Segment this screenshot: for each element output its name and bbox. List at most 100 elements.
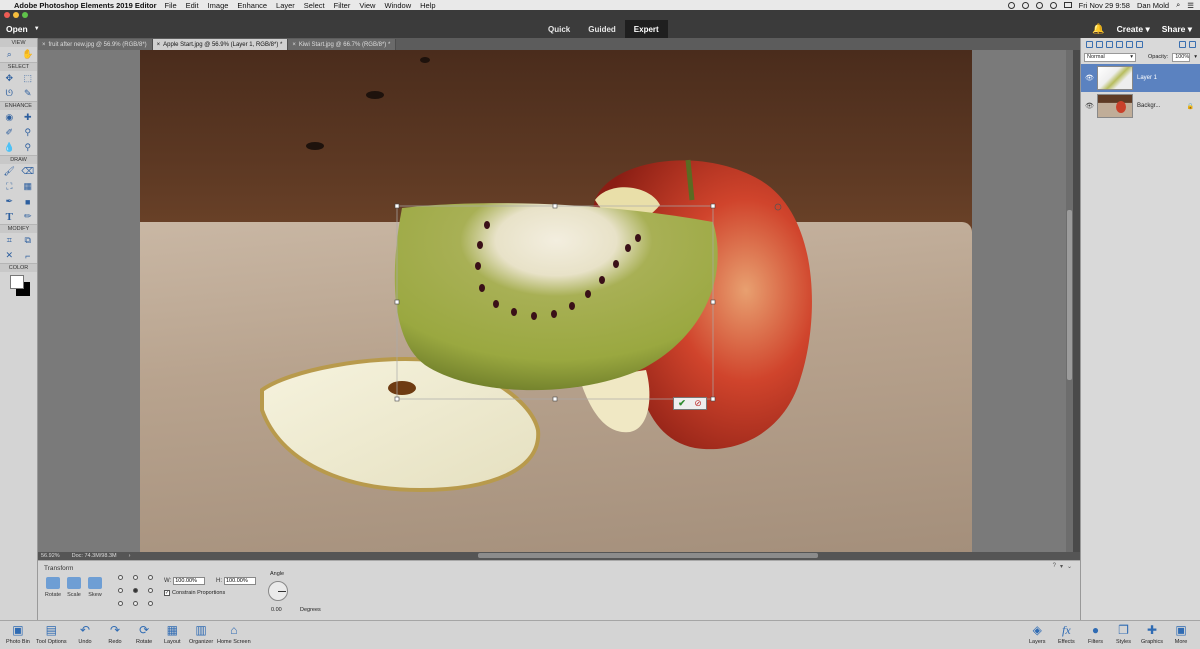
skew-option-button[interactable]: Skew <box>84 577 106 598</box>
layer-row-layer-1[interactable]: 👁 Layer 1 <box>1081 64 1200 92</box>
filters-button[interactable]: ● Filters <box>1088 623 1103 645</box>
scale-option-button[interactable]: Scale <box>63 577 85 598</box>
constrain-checkbox[interactable]: ✓ <box>164 590 170 596</box>
clone-stamp-tool-icon[interactable]: ⚲ <box>22 127 34 139</box>
tab-guided[interactable]: Guided <box>579 20 625 38</box>
zoom-window-icon[interactable] <box>22 12 28 18</box>
new-layer-icon[interactable] <box>1086 40 1093 48</box>
cancel-icon[interactable]: ⊘ <box>694 398 702 409</box>
document-canvas[interactable]: ✔ ⊘ <box>140 50 972 552</box>
scroll-thumb[interactable] <box>1067 210 1072 380</box>
type-tool-icon[interactable]: T <box>3 211 15 223</box>
close-tab-icon[interactable]: × <box>157 42 161 48</box>
smart-brush-tool-icon[interactable]: ✐ <box>3 127 15 139</box>
foreground-color-swatch[interactable] <box>10 275 24 289</box>
eraser-tool-icon[interactable]: ⌫ <box>21 166 34 178</box>
eyedropper-tool-icon[interactable]: ✒ <box>3 196 15 208</box>
sponge-tool-icon[interactable]: ⚲ <box>22 142 34 154</box>
adjustment-layer-icon[interactable] <box>1106 40 1113 48</box>
styles-button[interactable]: ❐ Styles <box>1116 623 1131 645</box>
close-tab-icon[interactable]: × <box>42 42 46 48</box>
rotate-button[interactable]: ⟳ Rotate <box>136 623 152 645</box>
gradient-tool-icon[interactable]: ▦ <box>22 181 34 193</box>
organizer-button[interactable]: ▥ Organizer <box>189 623 213 645</box>
constrain-proportions[interactable]: ✓ Constrain Proportions <box>164 590 225 596</box>
menu-help[interactable]: Help <box>420 1 435 10</box>
visibility-eye-icon[interactable]: 👁 <box>1085 74 1094 82</box>
layer-name[interactable]: Backgr... <box>1137 103 1160 109</box>
menu-view[interactable]: View <box>359 1 375 10</box>
canvas-area[interactable]: ✔ ⊘ <box>38 50 1073 552</box>
menu-image[interactable]: Image <box>208 1 229 10</box>
angle-dial[interactable] <box>268 581 288 601</box>
graphics-button[interactable]: ✚ Graphics <box>1141 623 1163 645</box>
menu-window[interactable]: Window <box>384 1 411 10</box>
status-menu-icon[interactable]: › <box>129 553 131 559</box>
app-name-menu[interactable]: Adobe Photoshop Elements 2019 Editor <box>14 1 157 10</box>
lasso-tool-icon[interactable]: ᘎ <box>3 88 15 100</box>
photo-bin-button[interactable]: ▣ Photo Bin <box>6 623 30 645</box>
height-input[interactable] <box>224 577 256 585</box>
menu-select[interactable]: Select <box>304 1 325 10</box>
menu-enhance[interactable]: Enhance <box>237 1 267 10</box>
redo-button[interactable]: ↷ Redo <box>108 623 122 645</box>
create-button[interactable]: Create ▾ <box>1117 24 1150 35</box>
spot-healing-tool-icon[interactable]: ✚ <box>22 112 34 124</box>
lock-transparent-icon[interactable] <box>1136 40 1143 48</box>
collapse-icon[interactable]: ⌄ <box>1067 563 1072 570</box>
doc-tab-apple-start[interactable]: × Apple Start.jpg @ 56.9% (Layer 1, RGB/… <box>152 39 289 50</box>
menu-list-icon[interactable]: ☰ <box>1187 1 1194 10</box>
red-eye-tool-icon[interactable]: ◉ <box>3 112 15 124</box>
effects-button[interactable]: fx Effects <box>1058 623 1075 645</box>
opacity-input[interactable]: 100% <box>1172 52 1191 62</box>
volume-icon[interactable] <box>1049 1 1057 9</box>
doc-tab-kiwi-start[interactable]: × Kiwi Start.jpg @ 66.7% (RGB/8*) * <box>288 39 397 50</box>
crop-tool-icon[interactable]: ⌗ <box>3 235 15 247</box>
options-menu-icon[interactable]: ▾ <box>1060 563 1063 570</box>
menu-filter[interactable]: Filter <box>334 1 351 10</box>
horizontal-scrollbar[interactable] <box>478 553 818 558</box>
blend-mode-select[interactable]: Normal ▾ <box>1084 52 1136 62</box>
brush-tool-icon[interactable]: 🖌 <box>3 166 15 178</box>
visibility-eye-icon[interactable]: 👁 <box>1085 102 1094 110</box>
delete-layer-icon[interactable] <box>1179 40 1186 48</box>
share-button[interactable]: Share ▾ <box>1162 24 1192 35</box>
layer-name[interactable]: Layer 1 <box>1137 75 1157 81</box>
close-window-icon[interactable] <box>4 12 10 18</box>
shape-tool-icon[interactable]: ■ <box>22 196 34 208</box>
sync-icon[interactable] <box>1021 1 1029 9</box>
record-icon[interactable] <box>1007 1 1015 9</box>
layout-button[interactable]: ▦ Layout <box>164 623 181 645</box>
tool-options-button[interactable]: ▤ Tool Options <box>36 623 67 645</box>
open-button[interactable]: Open ▼ <box>6 22 40 36</box>
blur-tool-icon[interactable]: 💧 <box>3 142 15 154</box>
opacity-slider-icon[interactable]: ▾ <box>1194 54 1197 60</box>
more-button[interactable]: ▣ More <box>1174 623 1188 645</box>
menu-file[interactable]: File <box>165 1 177 10</box>
lock-icon[interactable]: 🔒 <box>1187 103 1194 110</box>
color-swatches[interactable] <box>0 272 37 300</box>
recompose-tool-icon[interactable]: ⧉ <box>22 235 34 247</box>
menu-edit[interactable]: Edit <box>186 1 199 10</box>
width-input[interactable] <box>173 577 206 585</box>
tab-quick[interactable]: Quick <box>539 20 579 38</box>
notification-bell-icon[interactable]: 🔔 <box>1092 24 1104 35</box>
search-icon[interactable]: ⌕ <box>1176 0 1180 10</box>
layer-mask-icon[interactable] <box>1116 40 1123 48</box>
angle-value[interactable]: 0.00 <box>271 607 282 613</box>
commit-check-icon[interactable]: ✔ <box>678 398 686 409</box>
marquee-tool-icon[interactable]: ⬚ <box>22 73 34 85</box>
clock[interactable]: Fri Nov 29 9:58 <box>1079 1 1130 10</box>
tab-expert[interactable]: Expert <box>624 20 668 38</box>
user-name[interactable]: Dan Mold <box>1137 1 1169 10</box>
undo-button[interactable]: ↶ Undo <box>78 623 92 645</box>
paint-bucket-tool-icon[interactable]: ⛶ <box>3 181 15 193</box>
rotate-option-button[interactable]: Rotate <box>42 577 64 598</box>
content-aware-move-tool-icon[interactable]: ✕ <box>3 250 15 262</box>
new-group-icon[interactable] <box>1096 40 1103 48</box>
move-tool-icon[interactable]: ✥ <box>3 73 15 85</box>
home-screen-button[interactable]: ⌂ Home Screen <box>217 623 251 645</box>
layer-row-background[interactable]: 👁 Backgr... 🔒 <box>1081 92 1200 120</box>
reference-point-grid[interactable] <box>118 575 158 609</box>
quick-selection-tool-icon[interactable]: ✎ <box>22 88 34 100</box>
